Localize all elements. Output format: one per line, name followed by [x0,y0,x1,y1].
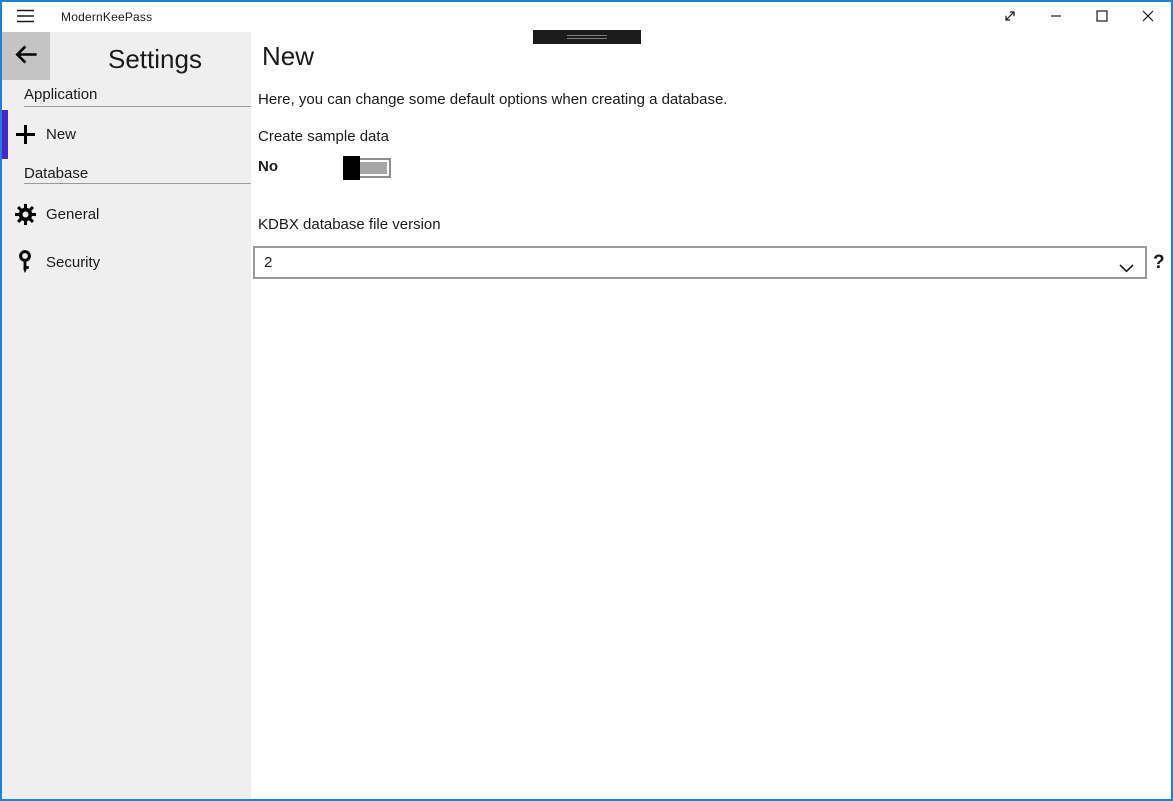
section-divider [24,183,251,184]
back-arrow-icon [13,41,40,71]
section-header-database: Database [24,165,88,182]
toggle-knob [343,156,360,180]
expand-diagonal-icon [1003,9,1017,26]
sidebar-item-label: General [46,206,99,223]
gear-icon [12,203,38,226]
drag-handle[interactable] [533,30,641,44]
minimize-button[interactable] [1033,2,1079,32]
settings-sidebar: Settings Application New Database [2,32,251,799]
kdbx-version-dropdown[interactable]: 2 [253,246,1147,279]
maximize-icon [1096,10,1108,25]
close-icon [1142,10,1154,25]
sidebar-item-security[interactable]: Security [2,238,251,286]
grip-line [567,35,607,36]
window-controls [987,2,1171,32]
hamburger-icon [16,9,35,26]
sidebar-item-label: New [46,126,76,143]
hamburger-menu-button[interactable] [2,2,48,32]
minimize-icon [1050,10,1062,25]
back-button[interactable] [2,32,50,80]
settings-page-new: New Here, you can change some default op… [251,32,1171,799]
maximize-button[interactable] [1079,2,1125,32]
selection-accent-bar [2,110,8,159]
toggle-state-label: No [258,158,278,175]
sidebar-title: Settings [108,44,202,75]
page-title: New [262,41,314,72]
dropdown-selected-value: 2 [264,254,272,271]
chevron-down-icon [1119,260,1134,277]
grip-line [567,38,607,39]
sidebar-item-new[interactable]: New [2,110,251,159]
section-header-application: Application [24,86,97,103]
section-divider [24,106,251,107]
page-description: Here, you can change some default option… [258,91,727,108]
kdbx-version-label: KDBX database file version [258,216,441,233]
kdbx-help-button[interactable]: ? [1153,246,1165,279]
key-icon [12,250,38,275]
titlebar: ModernKeePass [2,2,1171,32]
close-button[interactable] [1125,2,1171,32]
plus-icon [12,124,38,145]
fullscreen-button[interactable] [987,2,1033,32]
create-sample-data-label: Create sample data [258,128,389,145]
create-sample-data-toggle[interactable] [343,156,391,180]
sidebar-item-label: Security [46,254,100,271]
app-window: ModernKeePass [0,0,1173,801]
app-title: ModernKeePass [61,10,152,24]
sidebar-item-general[interactable]: General [2,190,251,238]
